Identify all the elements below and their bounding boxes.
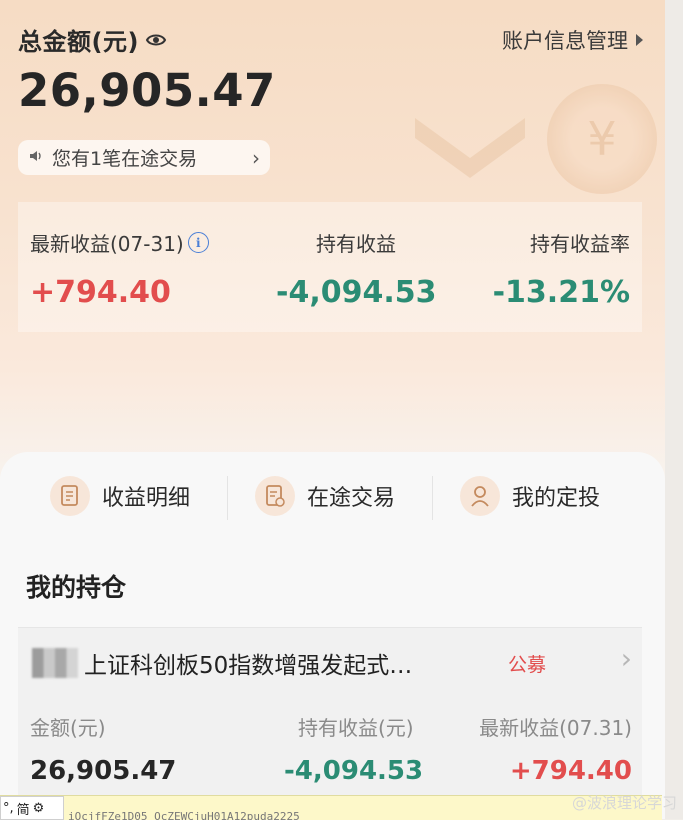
blurred-fund-prefix bbox=[32, 648, 78, 678]
divider bbox=[227, 476, 228, 520]
tool-label: 我的定投 bbox=[512, 486, 601, 511]
my-investment-plan-icon bbox=[460, 476, 500, 516]
speaker-icon bbox=[28, 147, 44, 169]
watermark: @波浪理论学习 bbox=[571, 794, 677, 812]
total-amount-label: 总金额(元) bbox=[18, 28, 139, 56]
scrollbar-track[interactable] bbox=[665, 0, 683, 819]
holdings-card: 收益明细 在途交易 我的定投 我的持仓 上证科创板50指数增强发起式… 公募 ›… bbox=[0, 452, 665, 819]
latest-earnings-label: 最新收益(07-31) bbox=[30, 232, 184, 256]
eye-icon[interactable] bbox=[145, 29, 167, 51]
total-amount-header: 总金额(元) bbox=[18, 22, 167, 57]
tool-my-investment-plan[interactable]: 我的定投 bbox=[460, 476, 600, 516]
ime-status-box[interactable]: °, 简 ⚙ bbox=[0, 796, 64, 820]
latest-earnings: 最新收益(07-31) i +794.40 bbox=[30, 228, 209, 310]
account-info-link[interactable]: 账户信息管理 bbox=[502, 25, 643, 55]
ime-mode: 简 bbox=[16, 802, 30, 818]
tool-income-detail[interactable]: 收益明细 bbox=[50, 476, 190, 516]
punctuation-icon: °, bbox=[3, 800, 14, 816]
chevron-right-icon: › bbox=[252, 145, 260, 170]
transit-trade-notice[interactable]: 您有1笔在途交易 › bbox=[18, 140, 270, 175]
amount-label: 金额(元) bbox=[30, 716, 106, 740]
amount-value: 26,905.47 bbox=[30, 756, 177, 786]
latest-earnings-value: +794.40 bbox=[509, 756, 632, 786]
divider bbox=[432, 476, 433, 520]
tool-label: 收益明细 bbox=[102, 486, 191, 511]
fund-name: 上证科创板50指数增强发起式… bbox=[84, 653, 413, 679]
holding-earnings-value: -4,094.53 bbox=[276, 275, 437, 310]
holding-earnings-label: 持有收益(元) bbox=[298, 716, 414, 740]
income-detail-icon bbox=[50, 476, 90, 516]
account-info-label: 账户信息管理 bbox=[502, 29, 628, 53]
fund-account-page: ¥ 总金额(元) 账户信息管理 26,905.47 您有1笔在途交易 › 最新收… bbox=[0, 0, 665, 819]
tool-transit-trade[interactable]: 在途交易 bbox=[255, 476, 395, 516]
arrow-right-icon bbox=[636, 34, 643, 46]
latest-earnings-label: 最新收益(07.31) bbox=[479, 716, 632, 740]
quick-tools: 收益明细 在途交易 我的定投 bbox=[0, 476, 665, 518]
tool-label: 在途交易 bbox=[307, 486, 396, 511]
fund-name-row: 上证科创板50指数增强发起式… bbox=[32, 646, 412, 680]
holdings-title: 我的持仓 bbox=[26, 573, 127, 602]
holding-earnings-value: -4,094.53 bbox=[284, 756, 424, 786]
holding-earnings-label: 持有收益 bbox=[316, 232, 396, 256]
transit-trade-icon bbox=[255, 476, 295, 516]
holding-earnings: 持有收益 -4,094.53 bbox=[276, 228, 437, 310]
transit-notice-text: 您有1笔在途交易 bbox=[52, 148, 198, 170]
earnings-summary: 最新收益(07-31) i +794.40 持有收益 -4,094.53 持有收益… bbox=[18, 202, 642, 332]
fund-holding-item[interactable]: 上证科创板50指数增强发起式… 公募 › 金额(元) 持有收益(元) 最新收益(… bbox=[18, 627, 642, 819]
input-method-bar: °, 简 ⚙ iOcjfFZe1D05_OcZEWCjuH01A12puda22… bbox=[0, 795, 662, 820]
fund-type-tag: 公募 bbox=[508, 654, 547, 676]
info-icon[interactable]: i bbox=[187, 232, 209, 253]
latest-earnings-value: +794.40 bbox=[30, 275, 171, 310]
total-amount-value: 26,905.47 bbox=[18, 64, 276, 117]
yuan-coin-icon: ¥ bbox=[547, 84, 657, 194]
holding-rate: 持有收益率 -13.21% bbox=[493, 228, 630, 310]
decorative-arrow-graphic bbox=[395, 98, 545, 188]
settings-gear-icon: ⚙ bbox=[32, 800, 45, 816]
holding-rate-value: -13.21% bbox=[492, 275, 630, 310]
holding-rate-label: 持有收益率 bbox=[530, 232, 630, 256]
chevron-right-icon[interactable]: › bbox=[621, 642, 632, 675]
